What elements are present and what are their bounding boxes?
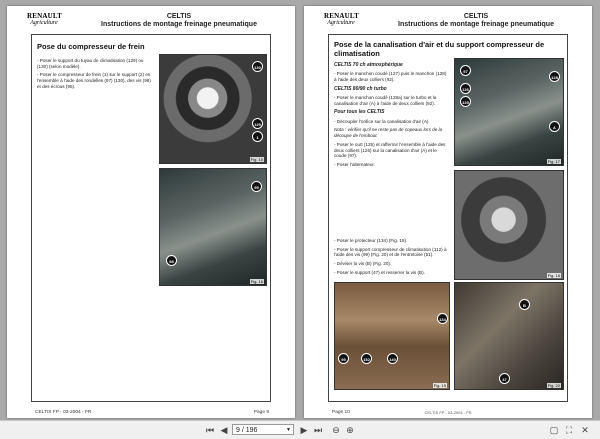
page-number-input[interactable]: 9 / 196 ▼: [232, 424, 294, 435]
instructions-text: CELTIS 70 ch atmosphérique - Poser le ma…: [334, 62, 450, 171]
callout-140: 140: [387, 353, 398, 364]
note-text: Nota : vérifier qu'il ne reste pas de co…: [334, 127, 443, 139]
renault-logo: RENAULT Agriculture: [324, 12, 359, 27]
callout-152: 152: [361, 353, 372, 364]
callout-1: 1: [252, 131, 263, 142]
instructions-text: - Poser le support du tuyau de climatisa…: [37, 58, 155, 93]
figure-19-photo: 134 95 152 140 Fig. 19: [334, 282, 450, 390]
footer-doc-ref: CELTIS FP - 03-2004 - FR: [424, 410, 472, 415]
paragraph: - Découpler l'orifice sur la canalisatio…: [334, 118, 430, 124]
header-subtitle: Instructions de montage freinage pneumat…: [398, 21, 554, 29]
fullscreen-icon[interactable]: ⛶: [563, 424, 575, 436]
subheading: CELTIS 80/90 ch turbo: [334, 85, 387, 92]
callout-95: 95: [338, 353, 349, 364]
first-page-icon[interactable]: ⏮: [204, 424, 216, 436]
logo-brand: RENAULT: [27, 12, 62, 20]
figure-17-photo: 97 126 125 128 A Fig. 17: [454, 58, 564, 166]
paragraph: - Poser le manchon coudé (127) puis le m…: [334, 71, 447, 82]
callout-99: 99: [251, 181, 262, 192]
footer-page-number: Page 9: [253, 410, 269, 415]
figure-15-photo: 130 129 1 Fig. 15: [159, 54, 267, 164]
document-page-left: RENAULT Agriculture CELTIS Instructions …: [7, 6, 295, 418]
page-header: CELTIS Instructions de montage freinage …: [364, 13, 588, 29]
logo-sub: Agriculture: [30, 20, 58, 26]
callout-129: 129: [252, 118, 263, 129]
paragraph: - Poser le compresseur de frein (1) sur …: [37, 72, 151, 89]
section-title: Pose de la canalisation d'air et du supp…: [334, 40, 545, 58]
paragraph: - Déviser la vis (B) (Fig. 20).: [334, 261, 392, 267]
callout-130: 130: [252, 61, 263, 72]
paragraph: - Poser le support (47) et resserrer la …: [334, 269, 425, 275]
header-subtitle: Instructions de montage freinage pneumat…: [101, 21, 257, 29]
paragraph: - Poser le support du tuyau de climatisa…: [37, 58, 144, 69]
previous-page-icon[interactable]: ◀: [218, 424, 230, 436]
figure-16-photo: 99 98 Fig. 16: [159, 168, 267, 286]
paragraph: - Poser le protecteur (134) (Fig. 19).: [334, 238, 408, 243]
callout-47: 47: [499, 373, 510, 384]
next-page-icon[interactable]: ▶: [298, 424, 310, 436]
callout-97: 97: [460, 65, 471, 76]
figure-caption: Fig. 17: [546, 159, 561, 164]
callout-98: 98: [166, 255, 177, 266]
paragraph: - Poser le ouït (125) et raffermir l'ens…: [334, 141, 446, 159]
close-icon[interactable]: ✕: [579, 424, 591, 436]
paragraph: - Poser le support compresseur de climat…: [334, 246, 447, 258]
footer-doc-ref: CELTIS FP - 03-2004 - FR: [35, 410, 92, 415]
viewer-toolbar: ⏮ ◀ 9 / 196 ▼ ▶ ⏭ ⊖ ⊕ ▢ ⛶ ✕: [0, 420, 600, 439]
header-model: CELTIS: [166, 13, 192, 20]
paragraph: - Poser le manchon coudé (128a) sur le t…: [334, 94, 437, 106]
zoom-in-icon[interactable]: ⊕: [344, 424, 356, 436]
figure-20-photo: B 47 Fig. 20: [454, 282, 564, 390]
subheading: Pour tous les CELTIS: [334, 109, 385, 116]
logo-sub: Agriculture: [327, 20, 355, 26]
figure-caption: Fig. 20: [546, 383, 561, 388]
subheading: CELTIS 70 ch atmosphérique: [334, 62, 403, 68]
document-page-right: RENAULT Agriculture CELTIS Instructions …: [304, 6, 592, 418]
last-page-icon[interactable]: ⏭: [312, 424, 324, 436]
logo-brand: RENAULT: [324, 12, 359, 20]
paragraph: - Poser l'alternateur.: [334, 162, 375, 168]
zoom-out-icon[interactable]: ⊖: [330, 424, 342, 436]
instructions-text-lower: - Poser le protecteur (134) (Fig. 19). -…: [334, 238, 450, 279]
figure-caption: Fig. 15: [249, 157, 264, 162]
callout-A: A: [549, 121, 560, 132]
callout-B: B: [519, 299, 530, 310]
callout-125: 125: [460, 96, 471, 107]
fit-page-icon[interactable]: ▢: [548, 424, 560, 436]
header-model: CELTIS: [463, 13, 489, 20]
figure-caption: Fig. 16: [249, 279, 264, 284]
renault-logo: RENAULT Agriculture: [27, 12, 62, 27]
figure-caption: Fig. 18: [546, 273, 561, 278]
chevron-down-icon: ▼: [286, 427, 291, 433]
section-title: Pose du compresseur de frein: [37, 42, 145, 51]
figure-18-photo: Fig. 18: [454, 170, 564, 280]
figure-caption: Fig. 19: [432, 383, 447, 388]
callout-128: 128: [549, 71, 560, 82]
callout-126: 126: [460, 83, 471, 94]
page-header: CELTIS Instructions de montage freinage …: [67, 13, 291, 29]
callout-134: 134: [437, 313, 448, 324]
page-display: 9 / 196: [236, 427, 258, 434]
